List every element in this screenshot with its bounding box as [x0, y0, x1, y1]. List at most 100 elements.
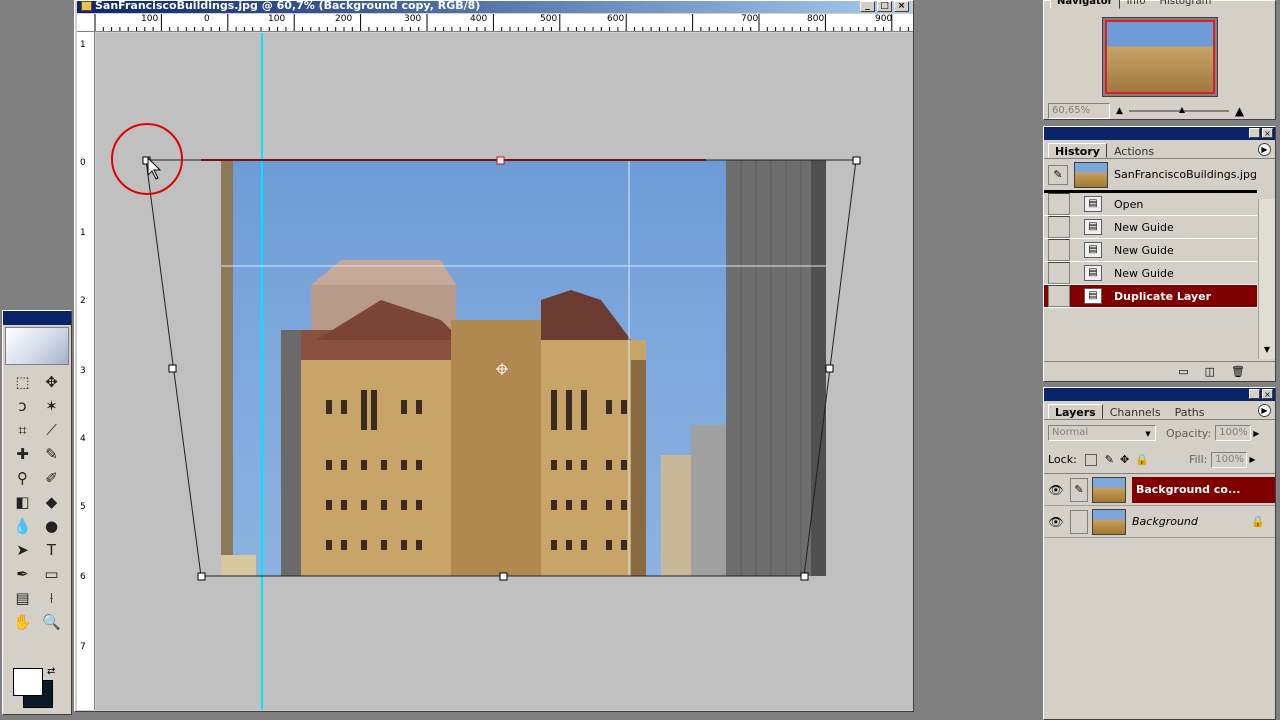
lock-transparency-icon[interactable]: [1084, 453, 1097, 466]
zoom-in-icon[interactable]: ▲: [1235, 104, 1244, 118]
scroll-down-icon[interactable]: ▼: [1259, 345, 1275, 359]
history-titlebar[interactable]: ×: [1044, 127, 1275, 140]
swap-colors-icon[interactable]: ⇄: [47, 666, 55, 677]
eyedropper-tool-icon[interactable]: ⟊: [38, 587, 65, 609]
history-item-selected[interactable]: ▤ Duplicate Layer: [1044, 285, 1257, 308]
lock-all-icon[interactable]: 🔒: [1135, 453, 1149, 466]
history-item[interactable]: ▤ New Guide: [1044, 262, 1257, 285]
brush-tool-icon[interactable]: ✎: [38, 443, 65, 465]
zoom-out-icon[interactable]: ▲: [1116, 106, 1123, 116]
path-selection-tool-icon[interactable]: ➤: [9, 539, 36, 561]
new-snapshot-icon[interactable]: ◫: [1205, 365, 1215, 378]
layer-thumbnail[interactable]: [1092, 508, 1126, 535]
paint-bucket-tool-icon[interactable]: ◆: [38, 491, 65, 513]
fill-field[interactable]: 100%: [1211, 451, 1248, 468]
layer-brush-icon[interactable]: ✎: [1070, 477, 1088, 502]
history-brush-source-box[interactable]: [1048, 216, 1070, 238]
canvas-area[interactable]: [96, 33, 913, 710]
slice-tool-icon[interactable]: ⟋: [38, 419, 65, 441]
tab-history[interactable]: History: [1048, 143, 1107, 158]
history-item[interactable]: ▤ New Guide: [1044, 216, 1257, 239]
layer-thumbnail[interactable]: [1092, 476, 1126, 503]
history-brush-source-box[interactable]: [1048, 193, 1070, 215]
color-swatches[interactable]: ⇄: [11, 666, 63, 710]
history-brush-source-box[interactable]: [1048, 262, 1070, 284]
hand-tool-icon[interactable]: ✋: [9, 611, 36, 633]
navigator-preview[interactable]: [1102, 17, 1218, 97]
history-snapshot-row[interactable]: ✎ SanFranciscoBuildings.jpg: [1044, 159, 1257, 193]
history-scrollbar[interactable]: ▼: [1258, 199, 1275, 359]
shape-tool-icon[interactable]: ▭: [38, 563, 65, 585]
document-titlebar[interactable]: SanFranciscoBuildings.jpg @ 60,7% (Backg…: [77, 1, 911, 13]
panel-minimize-button[interactable]: [1249, 389, 1260, 399]
lock-position-icon[interactable]: ✥: [1120, 453, 1129, 466]
eraser-tool-icon[interactable]: ◧: [9, 491, 36, 513]
zoom-tool-icon[interactable]: 🔍: [38, 611, 65, 633]
history-brush-source-box[interactable]: [1048, 239, 1070, 261]
layer-name[interactable]: Background co...: [1132, 476, 1275, 503]
tab-actions[interactable]: Actions: [1107, 143, 1161, 158]
new-document-from-state-icon[interactable]: ▭: [1178, 365, 1188, 378]
panel-close-button[interactable]: ×: [1262, 128, 1273, 138]
foreground-color-swatch[interactable]: [13, 668, 43, 696]
type-tool-icon[interactable]: T: [38, 539, 65, 561]
zoom-slider-thumb[interactable]: ▲: [1179, 105, 1185, 114]
tab-histogram[interactable]: Histogram: [1153, 0, 1219, 9]
adobe-logo[interactable]: [5, 327, 69, 365]
magic-wand-tool-icon[interactable]: ✶: [38, 395, 65, 417]
layer-link-box[interactable]: [1070, 509, 1088, 534]
horizontal-ruler[interactable]: 100 0 100 200 300 400 500 600 700 800 90…: [95, 14, 913, 32]
crop-tool-icon[interactable]: ⌗: [9, 419, 36, 441]
tool-grid: ⬚ ✥ ↄ ✶ ⌗ ⟋ ✚ ✎ ⚲ ✐ ◧ ◆ 💧 ● ➤ T ✒ ▭ ▤ ⟊ …: [3, 367, 71, 637]
layer-row[interactable]: 👁 Background 🔒: [1044, 506, 1275, 538]
delete-state-icon[interactable]: 🗑: [1231, 365, 1245, 378]
ruler-corner[interactable]: [77, 14, 95, 32]
panel-menu-arrow-icon[interactable]: ▶: [1258, 143, 1271, 156]
blend-mode-select[interactable]: Normal ▼: [1048, 425, 1156, 441]
panel-close-button[interactable]: ×: [1262, 389, 1273, 399]
history-item[interactable]: ▤ New Guide: [1044, 239, 1257, 262]
opacity-field[interactable]: 100%: [1215, 425, 1252, 441]
opacity-arrow-icon[interactable]: ▶: [1253, 429, 1259, 438]
marquee-tool-icon[interactable]: ⬚: [9, 371, 36, 393]
history-brush-tool-icon[interactable]: ✐: [38, 467, 65, 489]
blur-tool-icon[interactable]: 💧: [9, 515, 36, 537]
snapshot-thumbnail: [1074, 161, 1108, 188]
tab-navigator[interactable]: Navigator: [1050, 0, 1120, 9]
blend-row: Normal ▼ Opacity: 100% ▶: [1044, 420, 1275, 446]
tab-layers[interactable]: Layers: [1048, 404, 1103, 419]
toolbox-titlebar[interactable]: [3, 311, 71, 325]
history-brush-source-box[interactable]: [1048, 285, 1070, 307]
dodge-tool-icon[interactable]: ●: [38, 515, 65, 537]
tab-paths[interactable]: Paths: [1168, 404, 1212, 419]
lock-image-icon[interactable]: ✎: [1105, 453, 1114, 466]
healing-brush-tool-icon[interactable]: ✚: [9, 443, 36, 465]
snapshot-brush-icon[interactable]: ✎: [1048, 164, 1068, 185]
maximize-button[interactable]: □: [877, 1, 892, 12]
close-button[interactable]: ×: [894, 1, 909, 12]
history-item[interactable]: ▤ Open: [1044, 193, 1257, 216]
navigator-view-box[interactable]: [1105, 20, 1215, 94]
minimize-button[interactable]: _: [860, 1, 875, 12]
chevron-down-icon[interactable]: ▼: [1142, 427, 1154, 439]
clone-stamp-tool-icon[interactable]: ⚲: [9, 467, 36, 489]
tab-info[interactable]: Info: [1120, 0, 1153, 9]
layer-row-selected[interactable]: 👁 ✎ Background co...: [1044, 474, 1275, 506]
history-panel: × History Actions ▶ ✎ SanFranciscoBuildi…: [1043, 126, 1276, 382]
history-step-icon: ▤: [1084, 196, 1102, 212]
vertical-ruler[interactable]: 1 0 1 2 3 4 5 6 7: [77, 32, 95, 710]
eye-visibility-icon[interactable]: 👁: [1046, 477, 1066, 503]
ruler-h-label: 200: [335, 14, 353, 24]
eye-visibility-icon[interactable]: 👁: [1046, 509, 1066, 535]
panel-menu-arrow-icon[interactable]: ▶: [1258, 404, 1271, 417]
panel-minimize-button[interactable]: [1249, 128, 1260, 138]
move-tool-icon[interactable]: ✥: [38, 371, 65, 393]
tab-channels[interactable]: Channels: [1103, 404, 1168, 419]
layers-titlebar[interactable]: ×: [1044, 388, 1275, 401]
lasso-tool-icon[interactable]: ↄ: [9, 395, 36, 417]
pen-tool-icon[interactable]: ✒: [9, 563, 36, 585]
fill-arrow-icon[interactable]: ▶: [1249, 455, 1255, 464]
zoom-slider[interactable]: ▲: [1128, 105, 1229, 114]
notes-tool-icon[interactable]: ▤: [9, 587, 36, 609]
navigator-zoom-field[interactable]: 60,65%: [1048, 103, 1110, 119]
